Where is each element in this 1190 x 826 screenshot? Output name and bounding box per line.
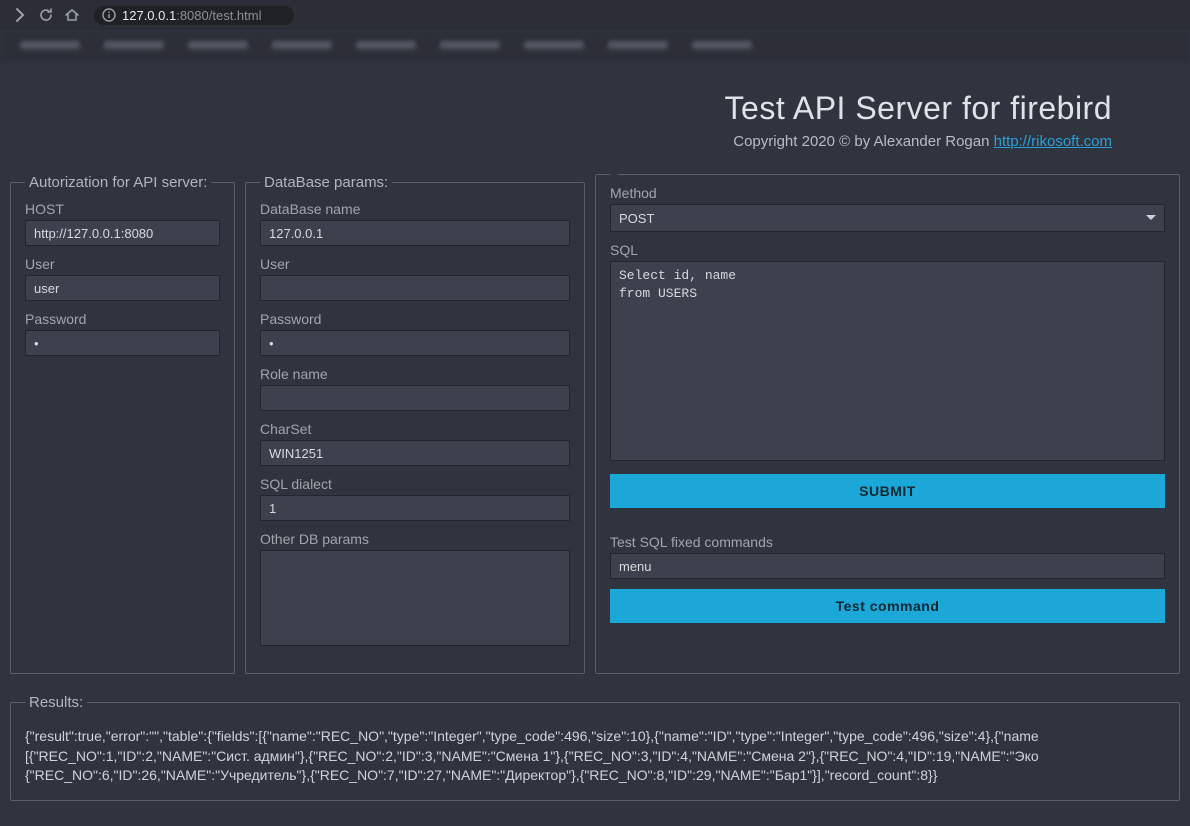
browser-forward-icon[interactable] — [12, 7, 28, 23]
db-dialect-label: SQL dialect — [260, 476, 570, 492]
browser-address-text: 127.0.0.1:8080/test.html — [122, 8, 262, 23]
auth-password-input[interactable] — [25, 330, 220, 356]
fixed-commands-input[interactable] — [610, 553, 1165, 579]
test-command-button[interactable]: Test command — [610, 589, 1165, 623]
db-legend: DataBase params: — [260, 174, 392, 191]
auth-fieldset: Autorization for API server: HOST User P… — [10, 174, 235, 674]
browser-home-icon[interactable] — [64, 7, 80, 23]
site-info-icon[interactable] — [102, 8, 116, 22]
host-label: HOST — [25, 201, 220, 217]
auth-password-label: Password — [25, 311, 220, 327]
db-charset-input[interactable] — [260, 440, 570, 466]
db-fieldset: DataBase params: DataBase name User Pass… — [245, 174, 585, 674]
auth-user-label: User — [25, 256, 220, 272]
method-select[interactable]: POST — [610, 204, 1165, 232]
db-role-input[interactable] — [260, 385, 570, 411]
request-fieldset: Method POST SQL SUBMIT Test SQL fixed co… — [595, 174, 1180, 674]
sql-label: SQL — [610, 242, 1165, 258]
browser-address-bar[interactable]: 127.0.0.1:8080/test.html — [94, 6, 294, 25]
results-body: {"result":true,"error":"","table":{"fiel… — [25, 721, 1165, 786]
db-name-input[interactable] — [260, 220, 570, 246]
db-dialect-input[interactable] — [260, 495, 570, 521]
db-role-label: Role name — [260, 366, 570, 382]
browser-reload-icon[interactable] — [38, 7, 54, 23]
db-password-input[interactable] — [260, 330, 570, 356]
fixed-commands-label: Test SQL fixed commands — [610, 534, 1165, 550]
auth-legend: Autorization for API server: — [25, 174, 211, 191]
page-title: Test API Server for firebird — [78, 90, 1112, 127]
hero: Test API Server for firebird Copyright 2… — [10, 60, 1180, 160]
sql-textarea[interactable] — [610, 261, 1165, 461]
browser-toolbar: 127.0.0.1:8080/test.html — [0, 0, 1190, 30]
author-link[interactable]: http://rikosoft.com — [994, 133, 1112, 150]
auth-user-input[interactable] — [25, 275, 220, 301]
copyright: Copyright 2020 © by Alexander Rogan http… — [78, 133, 1112, 150]
db-other-label: Other DB params — [260, 531, 570, 547]
host-input[interactable] — [25, 220, 220, 246]
bookmarks-bar — [0, 30, 1190, 60]
db-name-label: DataBase name — [260, 201, 570, 217]
submit-button[interactable]: SUBMIT — [610, 474, 1165, 508]
results-legend: Results: — [25, 694, 87, 711]
db-user-input[interactable] — [260, 275, 570, 301]
db-other-textarea[interactable] — [260, 550, 570, 646]
results-fieldset: Results: {"result":true,"error":"","tabl… — [10, 694, 1180, 801]
db-password-label: Password — [260, 311, 570, 327]
db-charset-label: CharSet — [260, 421, 570, 437]
method-label: Method — [610, 185, 1165, 201]
db-user-label: User — [260, 256, 570, 272]
